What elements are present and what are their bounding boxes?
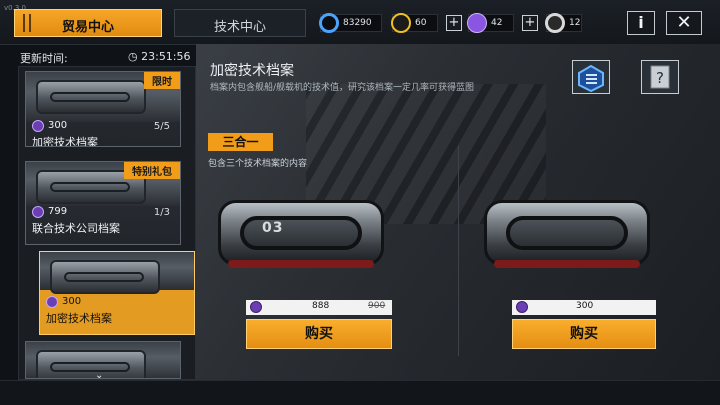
premium-icon (250, 301, 262, 313)
resource-premium-value: 42 (491, 18, 503, 28)
bundle-old-price: 900 (368, 301, 386, 311)
crate-icon (36, 350, 146, 378)
bundle-badge: 三合一 (208, 133, 273, 151)
update-time-label: 更新时间: (20, 52, 68, 65)
item-count: 5/5 (153, 121, 170, 132)
question-icon: ? (650, 65, 670, 89)
archive-button[interactable] (572, 60, 610, 94)
list-item[interactable]: 特别礼包 799 1/3 联合技术公司档案 (25, 161, 181, 245)
single-price-value: 300 (576, 301, 594, 311)
single-price: 300 (512, 300, 656, 315)
tab-tech-label: 技术中心 (213, 20, 266, 35)
timer: ◷ 23:51:56 (128, 50, 191, 63)
add-gold-button[interactable]: + (446, 15, 462, 31)
bottom-bar (0, 380, 720, 405)
tab-trade-center[interactable]: 贸易中心 (14, 9, 162, 37)
limited-tag: 限时 (144, 72, 180, 89)
resource-pass-value: 12 (569, 18, 581, 28)
premium-icon (46, 296, 58, 308)
timer-value: 23:51:56 (141, 50, 191, 63)
crate-number: 03 (262, 220, 284, 236)
list-item[interactable]: 限时 300 5/5 加密技术档案 (25, 71, 181, 147)
special-pack-tag: 特别礼包 (124, 162, 180, 179)
item-name: 加密技术档案 (46, 312, 112, 325)
buy-single-button[interactable]: 购买 (512, 319, 656, 349)
item-name: 联合技术公司档案 (32, 222, 120, 235)
item-price: 799 (48, 206, 68, 217)
item-thumbnail (40, 252, 194, 294)
resource-credits-value: 83290 (343, 18, 372, 28)
item-name: 加密技术档案 (32, 136, 98, 147)
single-crate-image (484, 190, 650, 272)
help-button[interactable]: ? (641, 60, 679, 94)
crate-icon (36, 80, 146, 114)
crate-icon (50, 260, 160, 294)
resource-gold: 60 (391, 13, 438, 33)
add-premium-button[interactable]: + (522, 15, 538, 31)
bundle-crate-image: 03 (218, 190, 384, 272)
item-count: 1/3 (153, 207, 170, 218)
archive-icon (578, 64, 604, 93)
list-item-selected[interactable]: 300 加密技术档案 (39, 251, 195, 335)
buy-bundle-button[interactable]: 购买 (246, 319, 392, 349)
gold-icon (391, 13, 411, 33)
tab-trade-label: 贸易中心 (61, 20, 114, 35)
info-button[interactable]: i (627, 11, 655, 35)
resource-gold-value: 60 (415, 18, 427, 28)
resource-pass: 12 (545, 13, 582, 33)
pass-icon (545, 13, 565, 33)
resource-credits: 83290 (319, 13, 382, 33)
tab-tech-center[interactable]: 技术中心 (174, 9, 306, 37)
premium-icon (516, 301, 528, 313)
svg-text:?: ? (656, 69, 664, 87)
offer-list[interactable]: 限时 300 5/5 加密技术档案 特别礼包 799 1/3 联合技术公司档案 … (18, 66, 196, 380)
item-description: 档案内包含舰船/舰载机的技术值，研究该档案一定几率可获得蓝图 (210, 83, 475, 93)
page-title: 加密技术档案 (210, 63, 294, 79)
bundle-description: 包含三个技术档案的内容 (208, 159, 308, 169)
resource-premium: 42 (467, 13, 514, 33)
item-price: 300 (48, 120, 68, 131)
bundle-price: 888 900 (246, 300, 392, 315)
offer-divider (458, 146, 459, 356)
premium-icon (32, 120, 44, 132)
premium-icon (467, 13, 487, 33)
clock-icon: ◷ (128, 50, 142, 63)
close-button[interactable]: ✕ (666, 11, 702, 35)
item-price: 300 (62, 296, 82, 307)
premium-icon (32, 206, 44, 218)
bundle-price-value: 888 (312, 301, 330, 311)
credits-icon (319, 13, 339, 33)
